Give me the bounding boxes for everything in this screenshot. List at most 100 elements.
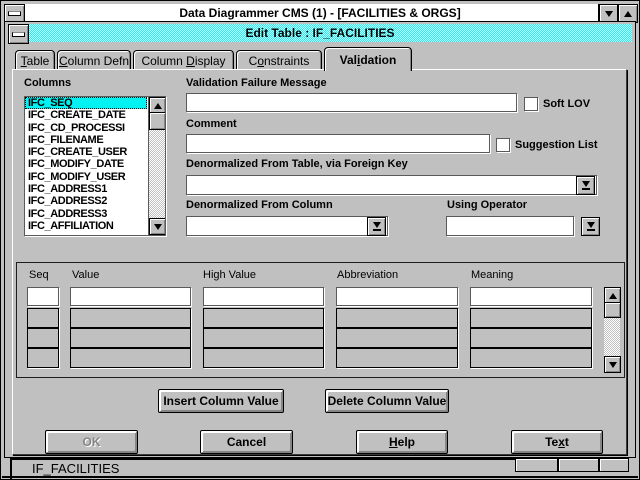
list-item[interactable]: IFC_AFFILIATION: [25, 220, 147, 232]
seq-cell-disabled: [27, 308, 59, 328]
dialog-titlebar[interactable]: Edit Table : IF_FACILITIES: [8, 24, 632, 42]
comment-label: Comment: [186, 118, 237, 130]
scroll-down-button[interactable]: [149, 218, 166, 235]
using-operator-label: Using Operator: [447, 199, 527, 211]
value-cell-disabled: [70, 328, 191, 348]
value-cell-frame: [70, 287, 191, 306]
list-item[interactable]: IFC_CREATE_USER: [25, 146, 147, 158]
dropdown-arrow-icon: [373, 222, 381, 228]
list-item[interactable]: IFC_ADDRESS1: [25, 183, 147, 195]
denormalized-from-table-input[interactable]: [187, 176, 576, 194]
ok-button[interactable]: OK: [45, 430, 138, 454]
down-arrow-icon: [605, 11, 613, 17]
scrollbar-thumb[interactable]: [149, 112, 166, 130]
tab-validation[interactable]: Validation: [324, 47, 412, 71]
abbreviation-input[interactable]: [337, 288, 457, 305]
app-title: Data Diagrammer CMS (1) - [FACILITIES & …: [179, 6, 460, 20]
comment-input[interactable]: [187, 135, 489, 152]
high-value-cell-frame: [203, 287, 324, 306]
scroll-up-icon: [609, 293, 617, 299]
tab-column-defn[interactable]: Column Defn: [57, 50, 131, 71]
scroll-down-button[interactable]: [604, 356, 621, 373]
columns-label: Columns: [24, 77, 71, 89]
scrollbar-thumb[interactable]: [604, 302, 621, 318]
seq-cell-disabled: [27, 348, 59, 368]
high-value-input[interactable]: [204, 288, 323, 305]
dropdown-bar-icon: [373, 229, 381, 231]
seq-cell-disabled: [27, 328, 59, 348]
columns-listbox: IFC_SEQ IFC_CREATE_DATE IFC_CD_PROCESSI …: [24, 96, 166, 236]
seq-header: Seq: [29, 269, 49, 281]
value-cell-disabled: [70, 308, 191, 328]
soft-lov-checkbox[interactable]: [524, 97, 538, 111]
high-value-cell-disabled: [203, 308, 324, 328]
denormalized-from-table-combobox: [186, 175, 597, 195]
denormalized-from-table-label: Denormalized From Table, via Foreign Key: [186, 158, 408, 170]
meaning-cell-disabled: [470, 308, 592, 328]
high-value-cell-disabled: [203, 328, 324, 348]
scroll-up-icon: [154, 103, 162, 109]
denormalized-from-column-combobox: [186, 216, 388, 236]
columns-scrollbar[interactable]: [148, 97, 165, 235]
diagram-cell: [558, 458, 599, 472]
dropdown-bar-icon: [582, 188, 590, 190]
using-operator-field-frame: [446, 216, 574, 236]
window-menu-icon: [8, 11, 21, 16]
dialog-system-menu-button[interactable]: [8, 24, 29, 44]
up-arrow-icon: [624, 11, 632, 17]
scroll-down-icon: [609, 362, 617, 368]
window-bottom-border: [2, 476, 638, 478]
list-item[interactable]: IFC_SEQ: [25, 97, 147, 109]
abbreviation-cell-frame: [336, 287, 458, 306]
application-window: Data Diagrammer CMS (1) - [FACILITIES & …: [0, 0, 640, 480]
value-cell-disabled: [70, 348, 191, 368]
value-header: Value: [72, 269, 99, 281]
text-button[interactable]: Text: [511, 430, 603, 454]
diagram-cell: [599, 458, 629, 472]
meaning-header: Meaning: [471, 269, 513, 281]
suggestion-list-label: Suggestion List: [515, 139, 598, 151]
list-item[interactable]: IFC_FILENAME: [25, 134, 147, 146]
using-operator-dropdown-button[interactable]: [581, 217, 600, 236]
meaning-cell-disabled: [470, 348, 592, 368]
tab-constraints[interactable]: Constraints: [236, 50, 322, 71]
value-input[interactable]: [71, 288, 190, 305]
tab-column-display[interactable]: Column Display: [133, 50, 234, 71]
dialog-title: Edit Table : IF_FACILITIES: [245, 26, 394, 40]
dropdown-arrow-icon: [582, 181, 590, 187]
delete-column-value-button[interactable]: Delete Column Value: [325, 389, 449, 413]
soft-lov-label: Soft LOV: [543, 98, 590, 110]
cancel-button[interactable]: Cancel: [200, 430, 293, 454]
values-grid-scrollbar[interactable]: [604, 287, 620, 373]
window-menu-icon: [12, 32, 25, 37]
denormalized-from-table-dropdown-button[interactable]: [576, 176, 595, 195]
list-item[interactable]: IFC_MODIFY_DATE: [25, 158, 147, 170]
abbreviation-cell-disabled: [336, 328, 458, 348]
validation-failure-message-field-frame: [186, 93, 517, 112]
list-item[interactable]: IFC_MODIFY_USER: [25, 171, 147, 183]
dropdown-arrow-icon: [587, 222, 595, 228]
tab-table[interactable]: Table: [15, 50, 55, 71]
denormalized-from-column-dropdown-button[interactable]: [367, 217, 386, 236]
meaning-cell-disabled: [470, 328, 592, 348]
validation-failure-message-input[interactable]: [187, 94, 516, 111]
list-item[interactable]: IFC_CREATE_DATE: [25, 109, 147, 121]
insert-column-value-button[interactable]: Insert Column Value: [158, 389, 284, 413]
diagram-cell: [515, 458, 558, 472]
denormalized-from-column-label: Denormalized From Column: [186, 199, 333, 211]
meaning-input[interactable]: [471, 288, 591, 305]
abbreviation-header: Abbreviation: [337, 269, 398, 281]
using-operator-input[interactable]: [447, 217, 573, 235]
scroll-down-icon: [154, 224, 162, 230]
seq-cell-frame: [27, 287, 59, 306]
high-value-header: High Value: [203, 269, 256, 281]
high-value-cell-disabled: [203, 348, 324, 368]
suggestion-list-checkbox[interactable]: [496, 138, 510, 152]
list-item[interactable]: IFC_ADDRESS2: [25, 195, 147, 207]
denormalized-from-column-input[interactable]: [187, 217, 367, 235]
help-button[interactable]: Help: [356, 430, 448, 454]
list-item[interactable]: IFC_CD_PROCESSI: [25, 122, 147, 134]
list-item[interactable]: IFC_ADDRESS3: [25, 208, 147, 220]
seq-input[interactable]: [28, 288, 58, 305]
app-titlebar[interactable]: Data Diagrammer CMS (1) - [FACILITIES & …: [4, 4, 636, 22]
